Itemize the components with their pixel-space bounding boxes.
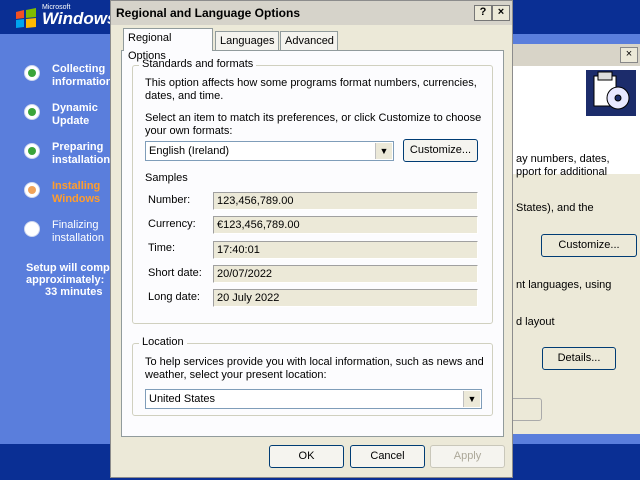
step-done-icon (24, 65, 40, 81)
background-customize-button[interactable]: Customize... (541, 234, 637, 257)
step-done-icon (24, 143, 40, 159)
time-line-1: Setup will comp (26, 262, 110, 274)
sample-value-short-date: 20/07/2022 (213, 265, 478, 283)
format-select[interactable]: English (Ireland) ▼ (145, 141, 394, 161)
customize-button[interactable]: Customize... (403, 139, 478, 162)
sample-value-long-date: 20 July 2022 (213, 289, 478, 307)
sample-label-currency: Currency: (148, 218, 196, 230)
background-details-button[interactable]: Details... (542, 347, 616, 370)
location-group-title: Location (139, 336, 187, 348)
windows-logo: Microsoft Windows (14, 4, 116, 29)
sample-label-long-date: Long date: (148, 291, 200, 303)
tab-regional-options[interactable]: Regional Options (123, 28, 213, 62)
setup-time-remaining: Setup will comp approximately: 33 minute… (26, 262, 110, 298)
step-label: Dynamic Update (52, 102, 98, 127)
background-text-4: nt languages, using (516, 279, 612, 291)
dialog-title: Regional and Language Options (116, 6, 301, 20)
chevron-down-icon[interactable]: ▼ (463, 391, 480, 407)
step-label: Installing Windows (52, 180, 101, 205)
regional-language-options-dialog: Regional and Language Options ? × Region… (110, 0, 513, 478)
regional-settings-icon (586, 70, 636, 116)
close-button[interactable]: × (492, 5, 510, 21)
location-select-value: United States (149, 393, 216, 405)
step-current-icon (24, 182, 40, 198)
sample-value-currency: €123,456,789.00 (213, 216, 478, 234)
step-done-icon (24, 104, 40, 120)
windows-flag-icon (16, 8, 36, 28)
chevron-down-icon[interactable]: ▼ (375, 143, 392, 159)
help-button[interactable]: ? (474, 5, 492, 21)
time-line-3: 33 minutes (45, 286, 103, 298)
dialog-titlebar[interactable]: Regional and Language Options ? × (111, 1, 512, 25)
ok-button[interactable]: OK (269, 445, 344, 468)
apply-button[interactable]: Apply (430, 445, 505, 468)
background-text-5: d layout (516, 316, 555, 328)
samples-heading: Samples (145, 172, 188, 184)
tab-advanced[interactable]: Advanced (280, 31, 338, 50)
cancel-button[interactable]: Cancel (350, 445, 425, 468)
sample-label-number: Number: (148, 194, 191, 206)
standards-description: This option affects how some programs fo… (145, 77, 477, 102)
sample-label-short-date: Short date: (148, 267, 202, 279)
time-line-2: approximately: (26, 274, 105, 286)
background-text-1: ay numbers, dates, (516, 153, 610, 165)
format-select-value: English (Ireland) (149, 145, 230, 157)
background-dialog: × ay numbers, dates, pport for additiona… (505, 44, 640, 434)
location-select[interactable]: United States ▼ (145, 389, 482, 409)
tab-languages[interactable]: Languages (215, 31, 279, 50)
cd-box-icon (593, 71, 630, 110)
standards-select-prompt: Select an item to match its preferences,… (145, 112, 482, 137)
background-close-button[interactable]: × (620, 47, 638, 63)
background-text-3: States), and the (516, 202, 594, 214)
logo-windows-text: Windows (42, 9, 117, 28)
sample-value-number: 123,456,789.00 (213, 192, 478, 210)
step-pending-icon (24, 221, 40, 237)
background-text-2: pport for additional (516, 166, 608, 178)
sample-label-time: Time: (148, 242, 176, 254)
location-description: To help services provide you with local … (145, 356, 484, 381)
sample-value-time: 17:40:01 (213, 241, 478, 259)
